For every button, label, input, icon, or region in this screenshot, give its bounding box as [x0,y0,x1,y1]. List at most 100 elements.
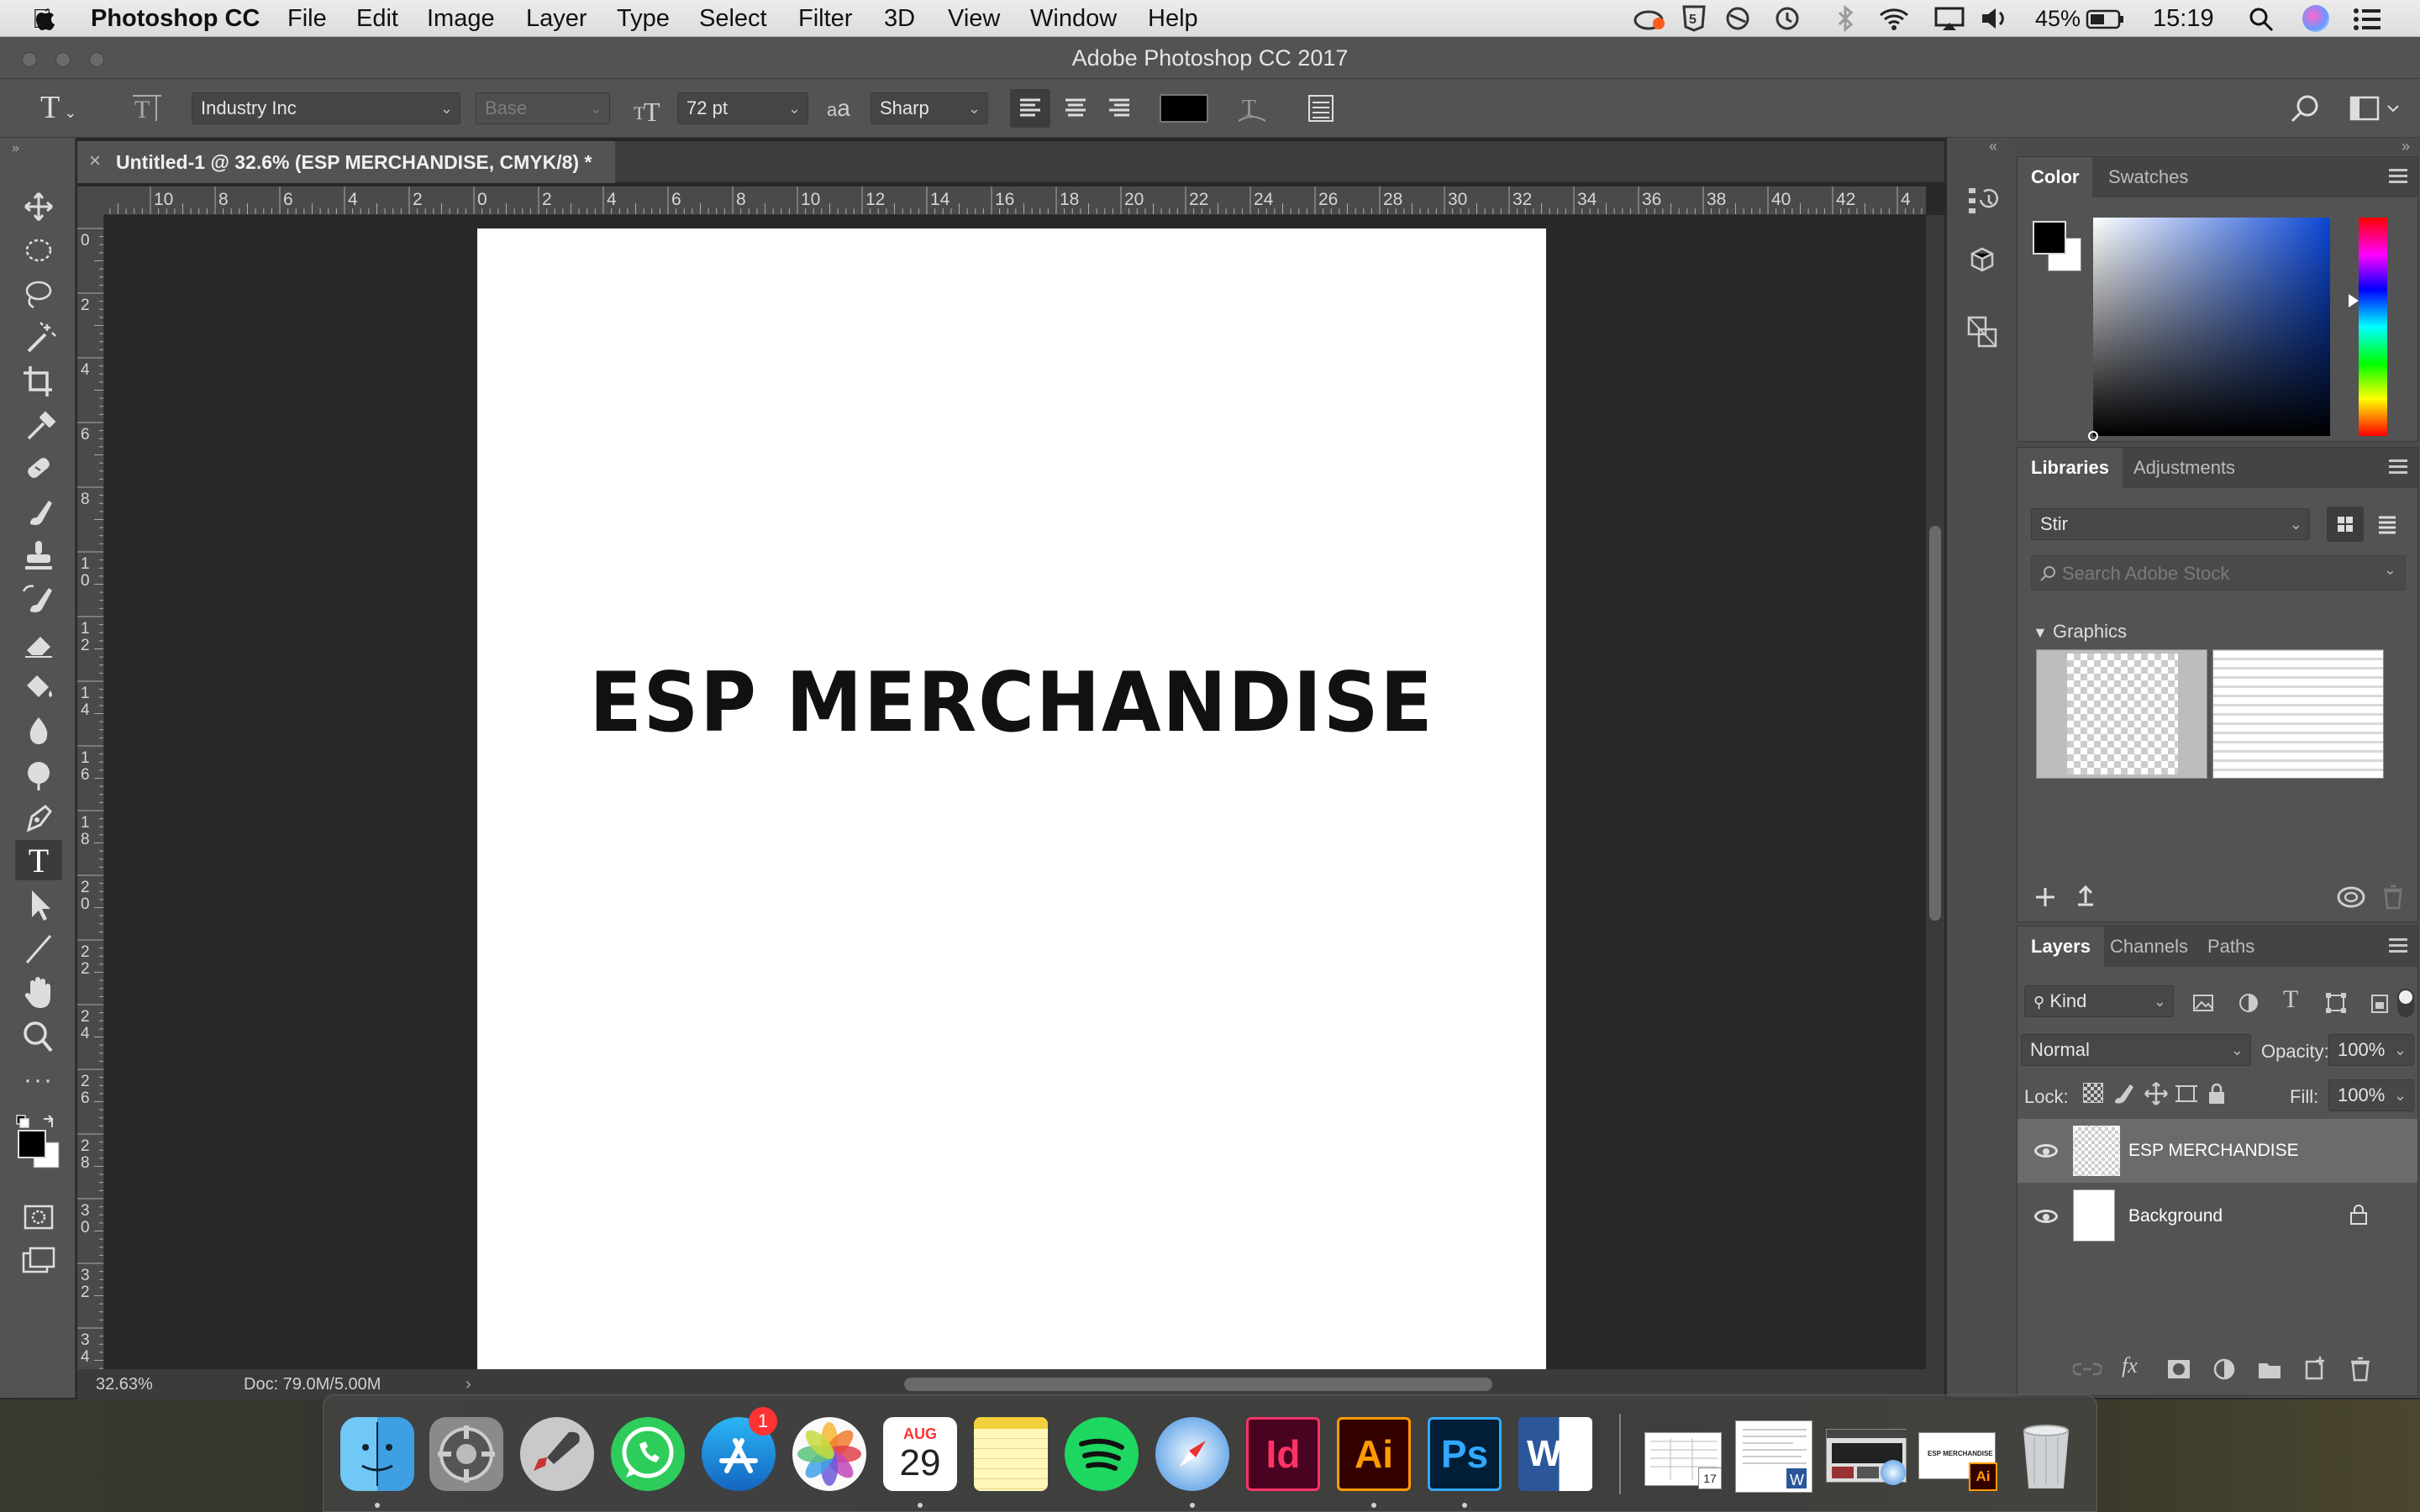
tab-libraries[interactable]: Libraries [2018,448,2123,488]
vertical-ruler[interactable]: 0246810121416182022242628303234 [77,215,104,1374]
list-view-button[interactable] [2369,507,2406,542]
zoom-tool-icon[interactable] [15,1018,62,1055]
apple-logo-icon[interactable] [32,5,57,32]
creative-cloud-icon[interactable] [1634,7,1667,30]
notes-icon[interactable] [974,1417,1048,1491]
notification-center-icon[interactable] [2353,7,2381,32]
tab-layers[interactable]: Layers [2018,927,2104,967]
launchpad-icon[interactable] [520,1417,594,1491]
eyedropper-tool-icon[interactable] [15,407,62,444]
align-left-button[interactable] [1010,89,1050,128]
lock-transparent-icon[interactable] [2083,1083,2103,1103]
clone-stamp-tool-icon[interactable] [15,538,62,575]
filter-adjustment-icon[interactable] [2236,990,2261,1016]
more-tools-icon[interactable]: ··· [15,1062,62,1099]
new-adjustment-layer-icon[interactable] [2211,1357,2238,1382]
dodge-tool-icon[interactable] [15,756,62,793]
spotify-icon[interactable] [1065,1417,1139,1491]
search-icon[interactable] [2289,92,2323,126]
close-tab-icon[interactable]: × [89,150,101,173]
menu-3d[interactable]: 3D [884,3,915,34]
color-swatches-icon[interactable] [12,1112,64,1171]
tab-paths[interactable]: Paths [2194,927,2268,967]
bluetooth-icon[interactable] [1835,5,1855,32]
brush-tool-icon[interactable] [15,494,62,531]
trash-icon[interactable] [2381,883,2406,911]
spotlight-icon[interactable] [2249,7,2275,34]
zoom-level[interactable]: 32.63% [96,1369,153,1399]
antialias-select[interactable]: Sharp ⌄ [871,92,988,124]
time-machine-icon[interactable] [1773,5,1802,32]
screen-mode-icon[interactable] [15,1243,62,1280]
document-tab[interactable]: × Untitled-1 @ 32.6% (ESP MERCHANDISE, C… [77,141,615,183]
illustrator-icon[interactable]: Ai [1337,1417,1411,1491]
upload-icon[interactable] [2071,881,2100,910]
visibility-eye-icon[interactable] [2034,1144,2058,1158]
workspace-switcher-icon[interactable] [2349,94,2405,124]
libraries-panel-menu-icon[interactable] [2389,459,2407,477]
layer-effects-icon[interactable]: fx [2122,1353,2138,1378]
font-style-select[interactable]: Base ⌄ [476,92,610,124]
tab-adjustments[interactable]: Adjustments [2120,448,2249,488]
library-select[interactable]: Stir ⌄ [2031,508,2310,540]
blur-tool-icon[interactable] [15,712,62,749]
horizontal-scroll-thumb[interactable] [904,1378,1492,1391]
creative-cloud-sync-icon[interactable] [2335,883,2367,911]
align-right-button[interactable] [1099,89,1139,128]
stock-search-input[interactable]: Search Adobe Stock ⌄ [2031,555,2406,591]
color-panel-menu-icon[interactable] [2389,169,2407,186]
font-family-select[interactable]: Industry Inc ⌄ [192,92,460,124]
indesign-icon[interactable]: Id [1246,1417,1320,1491]
text-color-swatch[interactable] [1160,94,1208,123]
history-brush-tool-icon[interactable] [15,581,62,618]
filter-toggle[interactable] [2397,989,2414,1017]
menu-filter[interactable]: Filter [798,3,852,34]
grid-view-button[interactable] [2327,507,2364,542]
lock-pixels-icon[interactable] [2112,1081,2137,1106]
toggle-text-orientation-icon[interactable]: T [131,92,165,124]
menu-help[interactable]: Help [1148,3,1198,34]
delete-layer-icon[interactable] [2347,1355,2374,1382]
layer-filter-select[interactable]: ⚲ Kind ⌄ [2024,985,2174,1017]
photos-icon[interactable] [792,1417,866,1491]
tab-channels[interactable]: Channels [2096,927,2202,967]
warp-text-icon[interactable]: T [1235,91,1269,126]
canvas-text-layer[interactable]: ESP MERCHANDISE [515,655,1509,751]
lock-artboard-icon[interactable] [2174,1081,2199,1106]
menu-select[interactable]: Select [699,3,767,34]
menu-file[interactable]: File [287,3,327,34]
visibility-eye-icon[interactable] [2034,1210,2058,1223]
3d-panel-icon[interactable] [1965,244,1999,281]
link-layers-icon[interactable] [2073,1357,2102,1382]
calendar-icon[interactable]: AUG 29 [883,1417,957,1491]
menu-type[interactable]: Type [617,3,670,34]
hue-slider-marker[interactable] [2349,293,2359,307]
horizontal-ruler[interactable]: 2108642024681012141618202224262830323436… [104,186,1926,215]
library-graphic-thumbnail-2[interactable] [2212,649,2384,779]
pen-tool-icon[interactable] [15,800,62,837]
menu-view[interactable]: View [948,3,1000,34]
word-icon[interactable]: W [1518,1417,1592,1491]
clock[interactable]: 15:19 [2153,3,2214,34]
new-layer-icon[interactable] [2302,1355,2328,1382]
finder-icon[interactable] [340,1417,414,1491]
whatsapp-icon[interactable] [611,1417,685,1491]
font-size-select[interactable]: 72 pt ⌄ [677,92,808,124]
new-group-icon[interactable] [2256,1357,2283,1382]
browser-window-thumbnail[interactable] [1826,1429,1907,1485]
marquee-tool-icon[interactable] [15,232,62,269]
paint-bucket-tool-icon[interactable] [15,669,62,706]
magic-wand-tool-icon[interactable] [15,319,62,356]
healing-brush-tool-icon[interactable] [15,450,62,487]
document-thumbnail[interactable]: W [1735,1420,1812,1493]
blend-mode-select[interactable]: Normal ⌄ [2021,1034,2251,1066]
photoshop-icon[interactable]: Ps [1428,1417,1502,1491]
add-mask-icon[interactable] [2165,1357,2192,1382]
line-tool-icon[interactable] [15,931,62,968]
fill-input[interactable]: 100% ⌄ [2328,1079,2414,1111]
airplay-icon[interactable] [1933,5,1966,32]
html5-icon[interactable]: 5 [1681,5,1707,32]
vertical-scroll-thumb[interactable] [1929,526,1941,921]
hand-tool-icon[interactable] [15,974,62,1011]
path-selection-tool-icon[interactable] [15,887,62,924]
